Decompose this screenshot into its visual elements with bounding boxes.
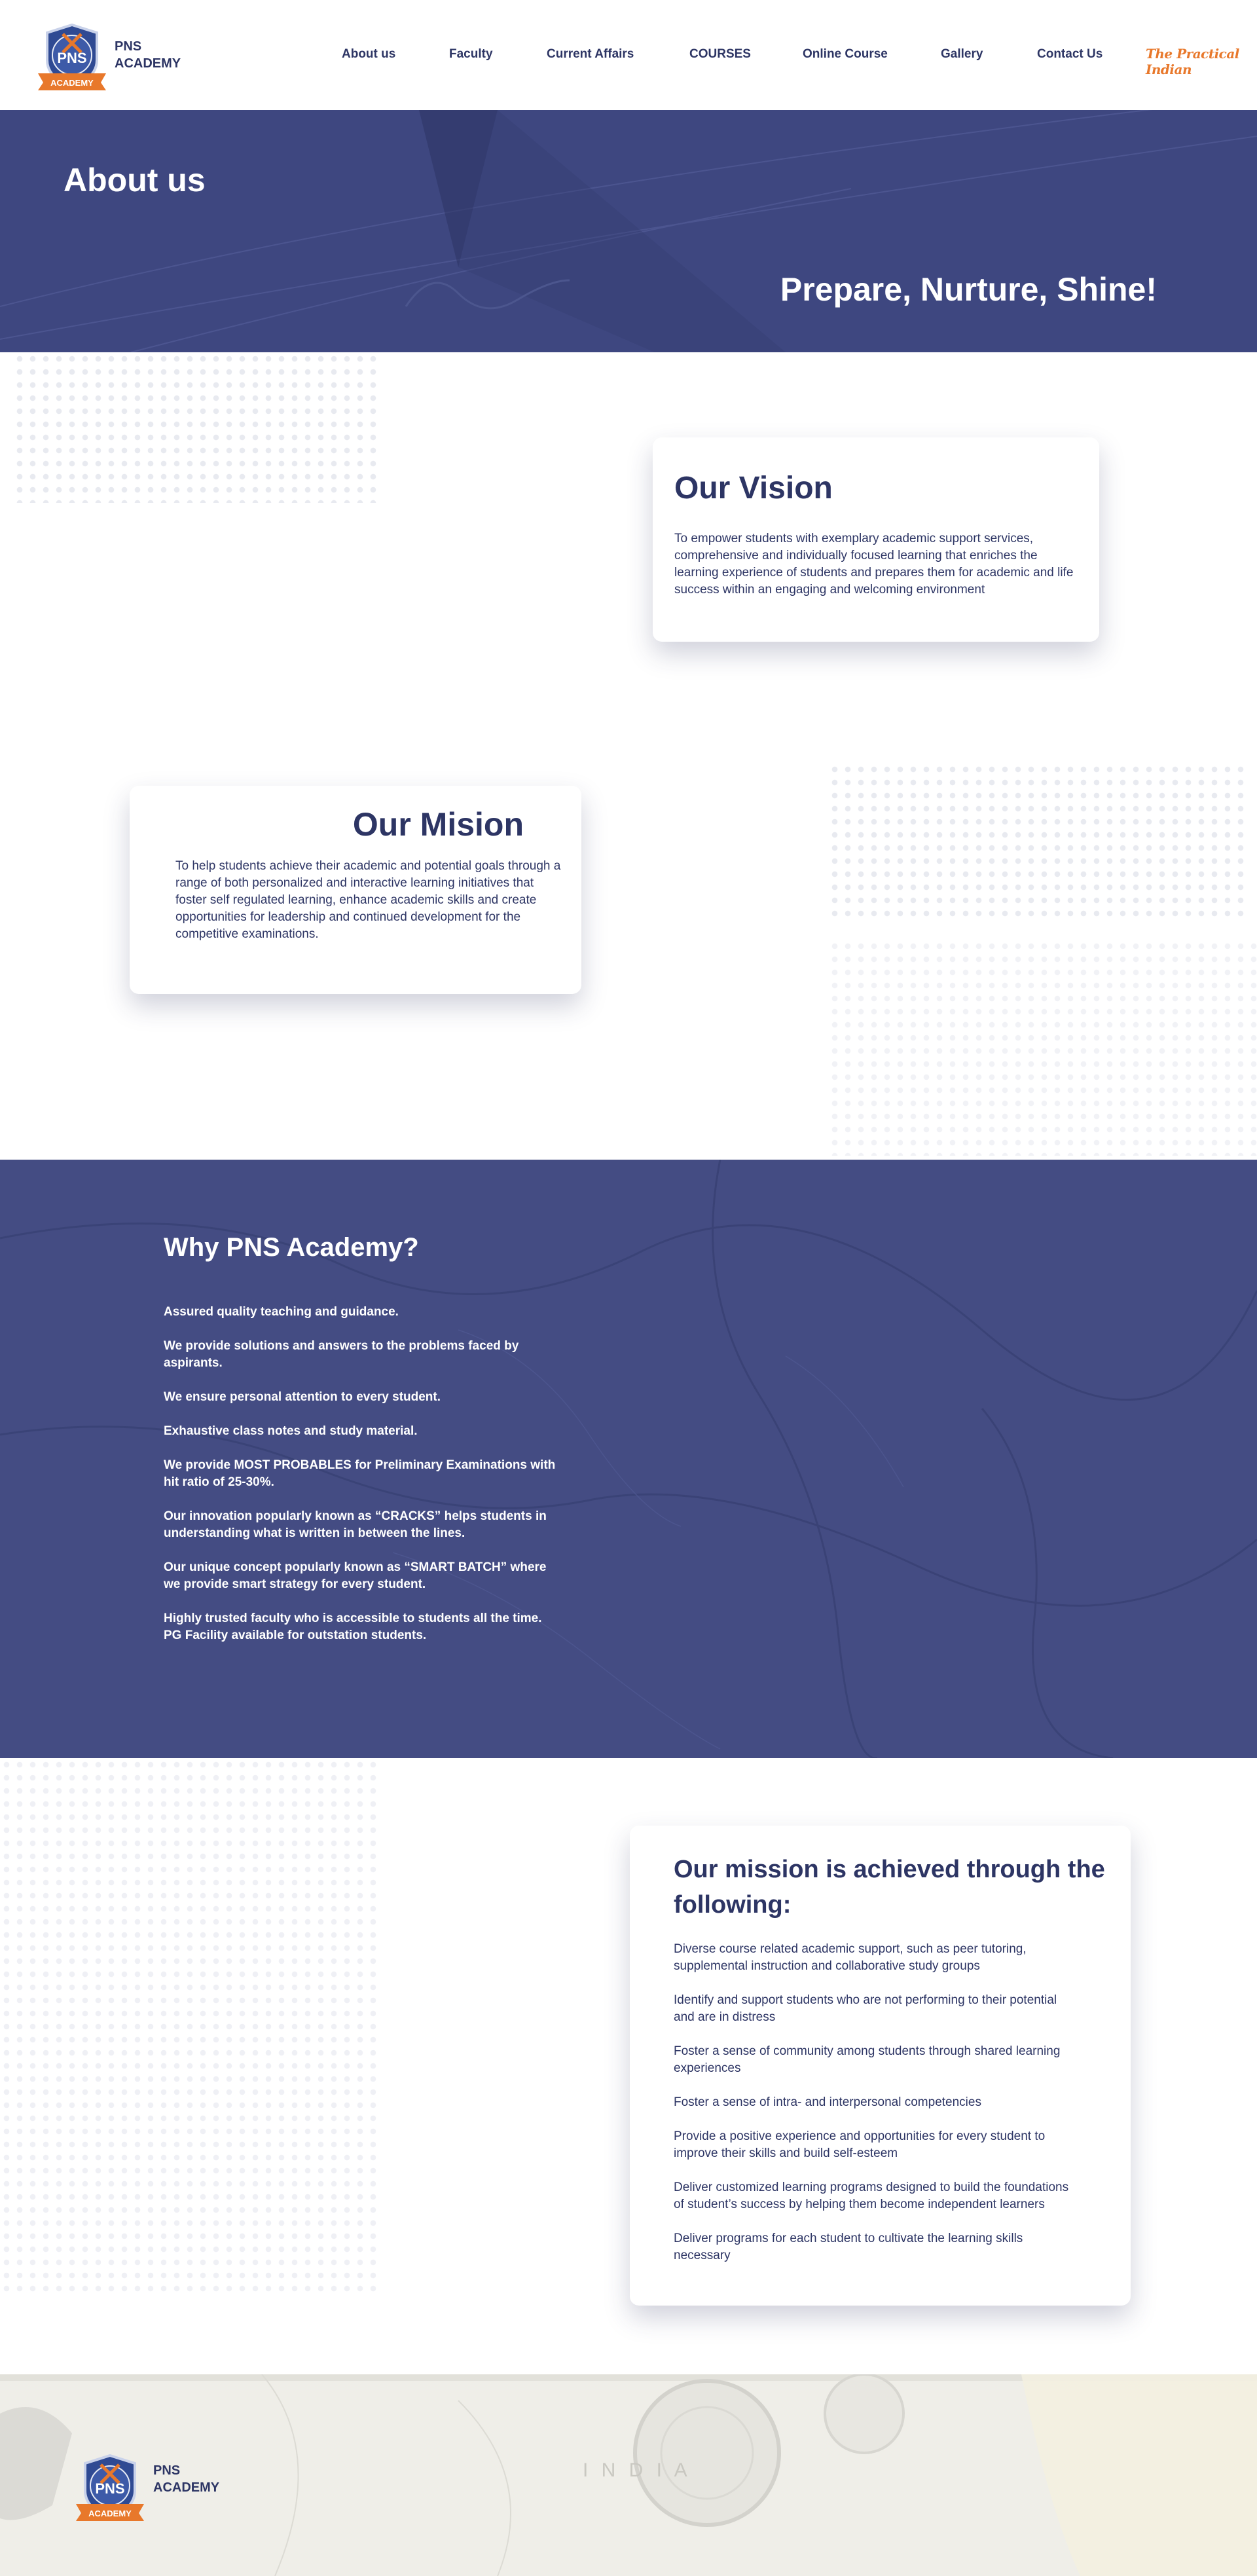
- mission-achieved-list: Diverse course related academic support,…: [674, 1941, 1080, 2281]
- dot-pattern-decoration: [828, 940, 1257, 1156]
- list-item: We ensure personal attention to every st…: [164, 1390, 441, 1404]
- list-item: Our innovation popularly known as “CRACK…: [164, 1509, 547, 1540]
- nav-faculty[interactable]: Faculty: [449, 47, 493, 62]
- mission-title: Our Mision: [352, 806, 524, 843]
- why-pns-section: Why PNS Academy? Assured quality teachin…: [0, 1160, 1257, 1758]
- nav-about-us[interactable]: About us: [342, 47, 395, 62]
- brand-line-2: ACADEMY: [115, 56, 181, 71]
- dot-pattern-decoration: [0, 1758, 376, 2295]
- site-header: PNS ACADEMY PNS ACADEMY About us Faculty…: [0, 0, 1257, 110]
- vision-title: Our Vision: [674, 471, 833, 506]
- nav-online-course[interactable]: Online Course: [803, 47, 888, 62]
- list-item: We provide MOST PROBABLES for Preliminar…: [164, 1458, 556, 1489]
- svg-text:ACADEMY: ACADEMY: [50, 78, 94, 88]
- hero-tagline: Prepare, Nurture, Shine!: [780, 271, 1157, 308]
- brand-name[interactable]: PNS ACADEMY: [115, 38, 181, 72]
- pns-academy-logo[interactable]: PNS ACADEMY: [33, 20, 111, 93]
- hero-banner: About us Prepare, Nurture, Shine!: [0, 110, 1257, 352]
- list-item: Our unique concept popularly known as “S…: [164, 1560, 547, 1591]
- dot-pattern-decoration: [13, 352, 376, 503]
- footer-pns-academy-logo[interactable]: PNS ACADEMY: [71, 2450, 149, 2524]
- list-item: Foster a sense of community among studen…: [674, 2044, 1061, 2075]
- list-item: Assured quality teaching and guidance.: [164, 1305, 399, 1319]
- nav-courses[interactable]: COURSES: [689, 47, 751, 62]
- mission-achieved-title: Our mission is achieved through the foll…: [674, 1856, 1105, 1919]
- mission-card: Our Mision To help students achieve thei…: [130, 786, 581, 994]
- mission-text: To help students achieve their academic …: [175, 859, 561, 941]
- svg-text:PNS: PNS: [57, 50, 86, 66]
- vision-card: Our Vision To empower students with exem…: [653, 437, 1099, 642]
- list-item: Provide a positive experience and opport…: [674, 2129, 1046, 2160]
- why-title: Why PNS Academy?: [164, 1233, 419, 1262]
- why-list: Assured quality teaching and guidance. W…: [164, 1304, 556, 1661]
- list-item: We provide solutions and answers to the …: [164, 1339, 519, 1370]
- vision-text: To empower students with exemplary acade…: [674, 532, 1074, 597]
- nav-contact-us[interactable]: Contact Us: [1037, 47, 1102, 62]
- list-item: Deliver programs for each student to cul…: [674, 2232, 1023, 2262]
- the-practical-indian-link[interactable]: The Practical Indian: [1146, 46, 1257, 77]
- nav-gallery[interactable]: Gallery: [941, 47, 983, 62]
- svg-text:PNS: PNS: [95, 2480, 124, 2497]
- dot-pattern-decoration: [828, 763, 1244, 920]
- brand-line-1: PNS: [115, 39, 142, 54]
- list-item: Exhaustive class notes and study materia…: [164, 1424, 418, 1438]
- list-item: Foster a sense of intra- and interperson…: [674, 2095, 981, 2109]
- footer-brand-line-1: PNS: [153, 2463, 181, 2478]
- nav-current-affairs[interactable]: Current Affairs: [547, 47, 634, 62]
- page-title: About us: [64, 162, 206, 198]
- list-item: Highly trusted faculty who is accessible…: [164, 1611, 542, 1642]
- site-footer: I N D I A PNS ACADEMY PNS ACADEMY: [0, 2374, 1257, 2576]
- footer-brand-line-2: ACADEMY: [153, 2480, 220, 2495]
- svg-text:ACADEMY: ACADEMY: [88, 2509, 132, 2518]
- list-item: Identify and support students who are no…: [674, 1993, 1057, 2024]
- mission-achieved-card: Our mission is achieved through the foll…: [630, 1826, 1131, 2306]
- list-item: Diverse course related academic support,…: [674, 1942, 1027, 1973]
- footer-brand-name[interactable]: PNS ACADEMY: [153, 2462, 219, 2496]
- pen-and-paper-background: [0, 110, 1257, 352]
- list-item: Deliver customized learning programs des…: [674, 2180, 1069, 2211]
- map-label: I N D I A: [583, 2459, 691, 2481]
